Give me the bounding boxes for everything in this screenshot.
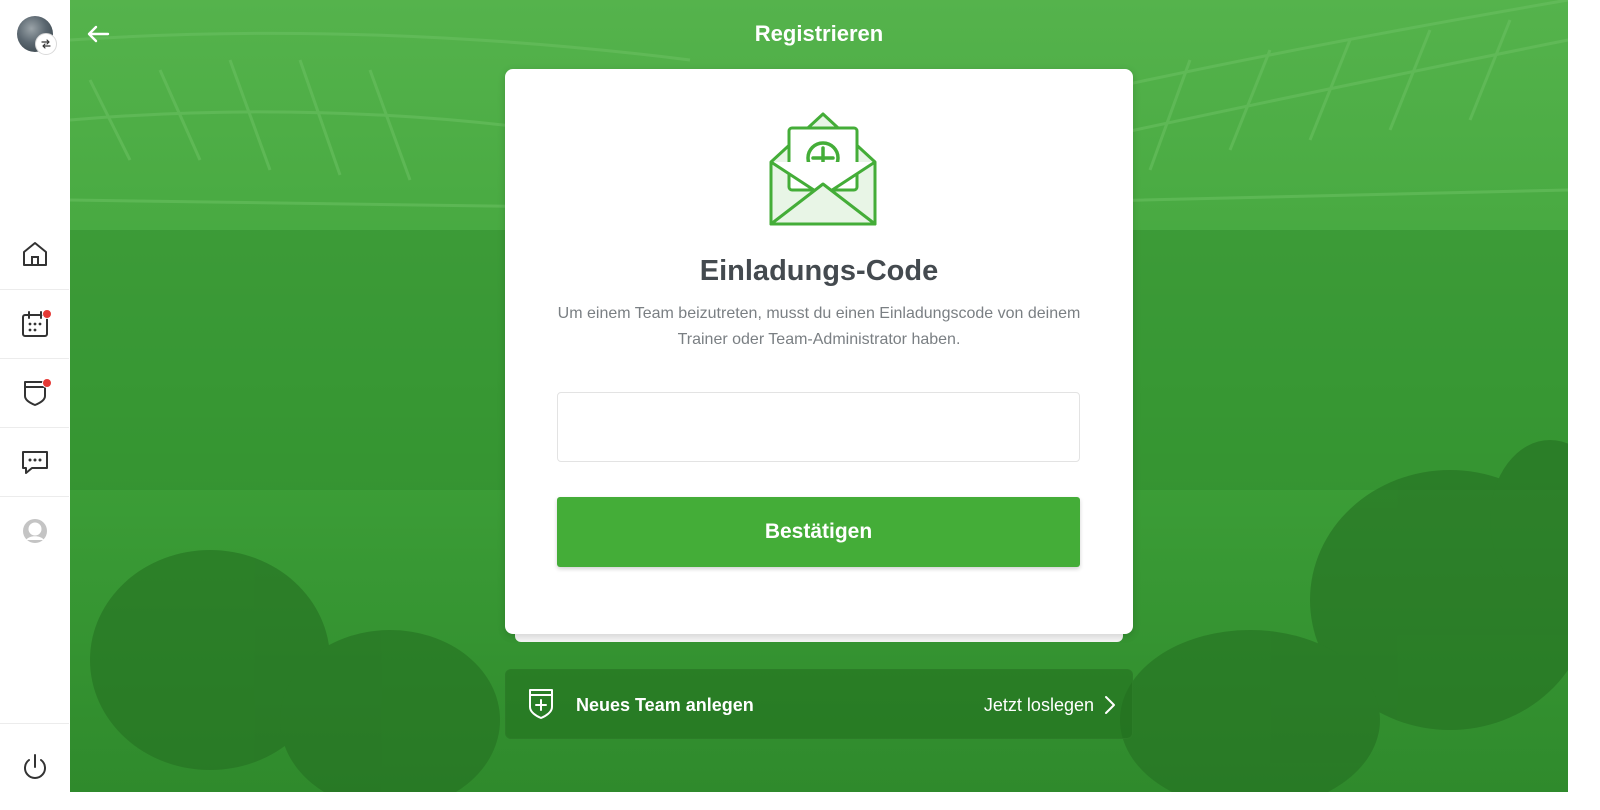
switch-account-icon[interactable] bbox=[35, 33, 57, 55]
sidebar bbox=[0, 0, 71, 809]
notification-badge bbox=[41, 309, 52, 319]
back-button[interactable] bbox=[84, 20, 112, 48]
confirm-button[interactable]: Bestätigen bbox=[557, 497, 1080, 567]
logout-button[interactable] bbox=[0, 723, 69, 810]
new-team-banner[interactable]: Neues Team anlegen Jetzt loslegen bbox=[505, 669, 1133, 739]
sidebar-item-home[interactable] bbox=[0, 220, 69, 288]
user-icon bbox=[20, 516, 50, 546]
window-edge bbox=[1568, 0, 1600, 809]
invitation-code-input[interactable] bbox=[557, 392, 1080, 462]
invitation-code-card: Einladungs-Code Um einem Team beizutrete… bbox=[505, 69, 1133, 634]
notification-badge bbox=[41, 378, 52, 388]
calendar-icon bbox=[20, 309, 52, 339]
power-icon bbox=[23, 754, 46, 779]
shield-icon bbox=[20, 378, 52, 408]
new-team-label: Neues Team anlegen bbox=[576, 695, 754, 715]
page-title: Registrieren bbox=[754, 21, 884, 46]
chevron-right-icon bbox=[1105, 696, 1115, 714]
new-team-cta-link[interactable]: Jetzt loslegen bbox=[984, 693, 1094, 717]
sidebar-item-calendar[interactable] bbox=[0, 289, 69, 358]
card-description: Um einem Team beizutreten, musst du eine… bbox=[557, 305, 1081, 348]
sidebar-item-team[interactable] bbox=[0, 358, 69, 427]
home-icon bbox=[20, 239, 50, 269]
sidebar-item-messages[interactable] bbox=[0, 427, 69, 496]
arrow-left-icon bbox=[87, 25, 110, 43]
sidebar-item-profile[interactable] bbox=[0, 496, 69, 565]
account-switcher[interactable] bbox=[17, 16, 57, 55]
chat-icon bbox=[20, 447, 50, 477]
card-title: Einladungs-Code bbox=[699, 255, 939, 287]
envelope-plus-icon bbox=[769, 112, 877, 226]
window-edge bbox=[70, 792, 1568, 809]
shield-plus-icon bbox=[529, 689, 553, 719]
